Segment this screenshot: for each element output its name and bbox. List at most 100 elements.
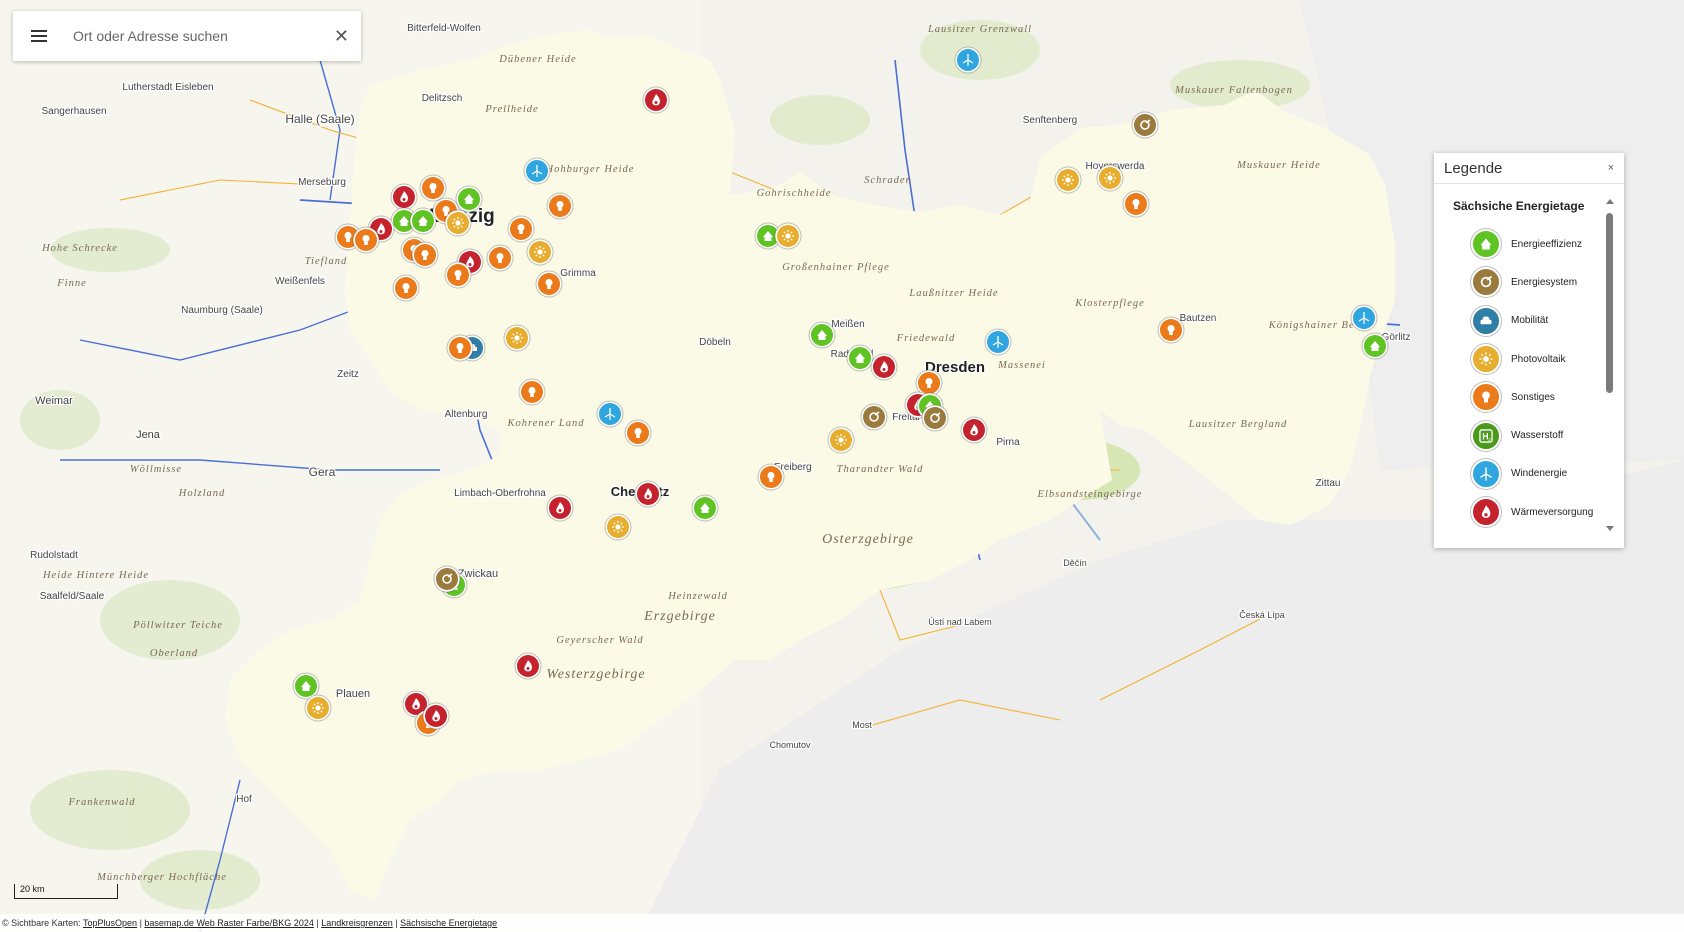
car-icon xyxy=(1471,305,1501,336)
attribution-prefix: © Sichtbare Karten: xyxy=(2,918,81,928)
marker-wärmeversorgung[interactable] xyxy=(422,702,450,730)
region-label: Klosterpflege xyxy=(1074,298,1145,309)
region-label: Tiefland xyxy=(305,256,347,267)
marker-photovoltaik[interactable] xyxy=(304,694,332,722)
marker-energiesystem[interactable] xyxy=(433,565,461,593)
place-label: Bautzen xyxy=(1180,313,1217,324)
marker-sonstiges[interactable] xyxy=(446,334,474,362)
marker-sonstiges[interactable] xyxy=(507,215,535,243)
region-label: Großenhainer Pflege xyxy=(782,262,890,273)
wind-turbine-icon xyxy=(1471,458,1501,489)
attribution-link-energietage[interactable]: Sächsische Energietage xyxy=(400,918,497,928)
scroll-thumb[interactable] xyxy=(1606,213,1613,393)
region-label: Dübener Heide xyxy=(498,54,576,65)
marker-photovoltaik[interactable] xyxy=(774,222,802,250)
place-label: Chomutov xyxy=(769,740,811,750)
marker-photovoltaik[interactable] xyxy=(503,324,531,352)
scroll-up-arrow-icon[interactable] xyxy=(1606,199,1614,204)
marker-sonstiges[interactable] xyxy=(535,270,563,298)
place-label: Lutherstadt Eisleben xyxy=(122,82,213,93)
marker-energieeffizienz[interactable] xyxy=(409,207,437,235)
marker-sonstiges[interactable] xyxy=(444,261,472,289)
marker-energiesystem[interactable] xyxy=(1131,111,1159,139)
attribution-link-topplusopen[interactable]: TopPlusOpen xyxy=(83,918,137,928)
marker-photovoltaik[interactable] xyxy=(1096,164,1124,192)
legend-section-title: Sächsiche Energietage xyxy=(1453,199,1585,213)
marker-sonstiges[interactable] xyxy=(757,463,785,491)
marker-sonstiges[interactable] xyxy=(486,244,514,272)
legend-scrollbar[interactable] xyxy=(1605,199,1615,531)
flame-icon xyxy=(1471,497,1501,528)
region-label: Oberland xyxy=(150,648,198,659)
marker-energiesystem[interactable] xyxy=(921,404,949,432)
menu-icon[interactable] xyxy=(31,29,47,43)
place-label: Döbeln xyxy=(699,337,731,348)
place-label: Hof xyxy=(236,794,252,805)
place-label: Děčín xyxy=(1063,558,1087,568)
marker-sonstiges[interactable] xyxy=(1122,190,1150,218)
marker-sonstiges[interactable] xyxy=(419,174,447,202)
marker-wärmeversorgung[interactable] xyxy=(390,183,418,211)
region-label: Schraden xyxy=(864,175,912,186)
marker-sonstiges[interactable] xyxy=(1157,316,1185,344)
marker-windenergie[interactable] xyxy=(954,46,982,74)
legend-item-label: Energiesystem xyxy=(1511,276,1578,288)
scale-bar-label: 20 km xyxy=(20,884,45,894)
marker-energieeffizienz[interactable] xyxy=(808,321,836,349)
marker-energiesystem[interactable] xyxy=(860,403,888,431)
marker-energieeffizienz[interactable] xyxy=(455,185,483,213)
attribution-link-landkreisgrenzen[interactable]: Landkreisgrenzen xyxy=(321,918,393,928)
marker-photovoltaik[interactable] xyxy=(604,513,632,541)
marker-photovoltaik[interactable] xyxy=(827,426,855,454)
h2-icon: H2 xyxy=(1471,420,1501,451)
legend-item-energieeffizienz: Energieeffizienz xyxy=(1471,225,1593,263)
search-input[interactable] xyxy=(71,20,325,52)
region-label: Prellheide xyxy=(484,104,538,115)
marker-windenergie[interactable] xyxy=(984,328,1012,356)
marker-photovoltaik[interactable] xyxy=(526,238,554,266)
region-label: Massenei xyxy=(997,360,1046,371)
marker-windenergie[interactable] xyxy=(596,400,624,428)
map-canvas[interactable]: Lutherstadt Eisleben Sangerhausen Halle (S… xyxy=(0,0,1684,932)
legend-close-button[interactable]: × xyxy=(1608,162,1614,174)
marker-wärmeversorgung[interactable] xyxy=(546,494,574,522)
region-label: Friedewald xyxy=(896,333,955,344)
place-label: Sangerhausen xyxy=(41,106,106,117)
scroll-down-arrow-icon[interactable] xyxy=(1606,526,1614,531)
marker-sonstiges[interactable] xyxy=(392,274,420,302)
marker-sonstiges[interactable] xyxy=(518,378,546,406)
place-label: Altenburg xyxy=(445,409,488,420)
marker-energieeffizienz[interactable] xyxy=(691,494,719,522)
marker-windenergie[interactable] xyxy=(523,157,551,185)
marker-wärmeversorgung[interactable] xyxy=(514,652,542,680)
marker-wärmeversorgung[interactable] xyxy=(642,86,670,114)
clear-icon[interactable]: ✕ xyxy=(334,27,349,45)
marker-sonstiges[interactable] xyxy=(352,226,380,254)
marker-sonstiges[interactable] xyxy=(546,192,574,220)
marker-wärmeversorgung[interactable] xyxy=(870,353,898,381)
marker-photovoltaik[interactable] xyxy=(1054,166,1082,194)
marker-sonstiges[interactable] xyxy=(411,241,439,269)
place-label: Plauen xyxy=(336,688,370,700)
marker-photovoltaik[interactable] xyxy=(444,209,472,237)
marker-wärmeversorgung[interactable] xyxy=(960,416,988,444)
place-label: Gera xyxy=(309,465,336,479)
place-label: Česká Lípa xyxy=(1239,610,1285,620)
region-label: Hohburger Heide xyxy=(545,164,635,175)
region-label: Osterzgebirge xyxy=(822,532,914,547)
attribution-link-basemap[interactable]: basemap.de Web Raster Farbe/BKG 2024 xyxy=(144,918,313,928)
legend-header: Legende × xyxy=(1434,153,1624,184)
legend-item-wasserstoff: H 2 Wasserstoff xyxy=(1471,416,1593,454)
bulb-icon xyxy=(1471,382,1501,413)
marker-energieeffizienz[interactable] xyxy=(846,344,874,372)
legend-title: Legende xyxy=(1444,159,1503,177)
marker-energieeffizienz[interactable] xyxy=(1361,332,1389,360)
region-label: Lausitzer Bergland xyxy=(1188,419,1287,430)
place-label: Zittau xyxy=(1315,478,1340,489)
marker-sonstiges[interactable] xyxy=(624,419,652,447)
place-label: Pirna xyxy=(996,437,1020,448)
marker-windenergie[interactable] xyxy=(1350,304,1378,332)
region-label: Holzland xyxy=(178,488,226,499)
marker-wärmeversorgung[interactable] xyxy=(634,480,662,508)
legend-item-photovoltaik: Photovoltaik xyxy=(1471,340,1593,378)
